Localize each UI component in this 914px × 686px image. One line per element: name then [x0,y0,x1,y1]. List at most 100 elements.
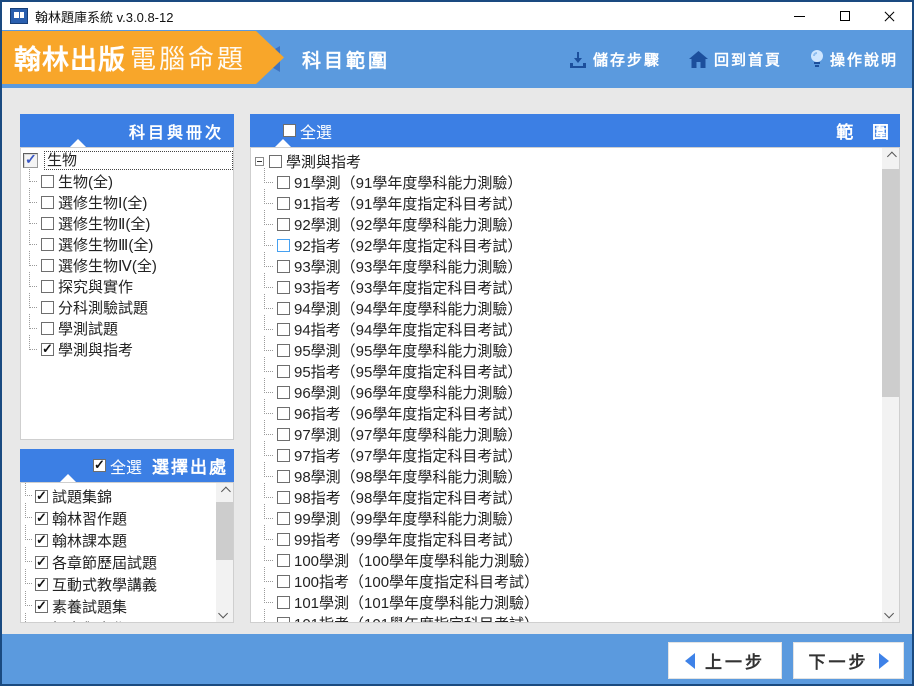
prev-step-button[interactable]: 上一步 [668,642,782,679]
save-steps-button[interactable]: 儲存步驟 [569,49,661,70]
range-root-item[interactable]: 學測與指考 [251,151,899,172]
scroll-down-icon[interactable] [216,605,233,622]
checkbox[interactable] [277,344,290,357]
checkbox[interactable] [277,176,290,189]
checkbox[interactable] [277,449,290,462]
checkbox[interactable] [277,365,290,378]
source-select-all-label[interactable]: 全選 [110,454,142,478]
source-item[interactable]: 探究與實作 [21,617,218,623]
checkbox[interactable] [35,578,48,591]
range-item[interactable]: 101指考（101學年度指定科目考試） [251,613,884,623]
scroll-up-icon[interactable] [882,148,899,165]
subject-root-checkbox[interactable] [23,153,38,168]
checkbox[interactable] [41,175,54,188]
range-select-all-label[interactable]: 全選 [300,119,332,143]
subject-item[interactable]: 選修生物Ⅱ(全) [21,213,233,234]
scroll-up-icon[interactable] [216,483,233,500]
range-item[interactable]: 91指考（91學年度指定科目考試） [251,193,884,214]
subject-item[interactable]: 選修生物Ⅰ(全) [21,192,233,213]
checkbox[interactable] [35,490,48,503]
subject-item[interactable]: 生物(全) [21,171,233,192]
subject-item[interactable]: 學測試題 [21,318,233,339]
subject-item[interactable]: 選修生物Ⅲ(全) [21,234,233,255]
checkbox[interactable] [41,238,54,251]
checkbox[interactable] [35,534,48,547]
minimize-button[interactable] [777,2,822,30]
source-select-all-checkbox[interactable] [93,459,106,472]
checkbox[interactable] [277,491,290,504]
source-item[interactable]: 翰林課本題 [21,529,218,551]
source-item[interactable]: 互動式教學講義 [21,573,218,595]
checkbox[interactable] [277,533,290,546]
checkbox[interactable] [277,554,290,567]
range-item[interactable]: 98學測（98學年度學科能力測驗） [251,466,884,487]
checkbox[interactable] [35,600,48,613]
checkbox[interactable] [277,428,290,441]
checkbox[interactable] [41,343,54,356]
range-item[interactable]: 94學測（94學年度學科能力測驗） [251,298,884,319]
checkbox[interactable] [277,512,290,525]
range-item[interactable]: 99學測（99學年度學科能力測驗） [251,508,884,529]
range-item[interactable]: 94指考（94學年度指定科目考試） [251,319,884,340]
checkbox[interactable] [41,280,54,293]
close-button[interactable] [867,2,912,30]
checkbox[interactable] [277,281,290,294]
checkbox[interactable] [277,239,290,252]
maximize-button[interactable] [822,2,867,30]
range-item[interactable]: 92指考（92學年度指定科目考試） [251,235,884,256]
checkbox[interactable] [277,596,290,609]
checkbox[interactable] [277,575,290,588]
source-item[interactable]: 素養試題集 [21,595,218,617]
source-item[interactable]: 翰林習作題 [21,507,218,529]
checkbox[interactable] [35,556,48,569]
checkbox[interactable] [35,512,48,525]
scroll-thumb[interactable] [882,169,899,397]
source-scrollbar[interactable] [216,483,233,622]
range-root-checkbox[interactable] [269,155,282,168]
home-button[interactable]: 回到首頁 [689,49,782,70]
checkbox[interactable] [277,407,290,420]
range-scrollbar[interactable] [882,148,899,622]
scroll-down-icon[interactable] [882,605,899,622]
range-item[interactable]: 98指考（98學年度指定科目考試） [251,487,884,508]
checkbox[interactable] [277,302,290,315]
source-item[interactable]: 試題集錦 [21,485,218,507]
range-item[interactable]: 93指考（93學年度指定科目考試） [251,277,884,298]
subject-item[interactable]: 探究與實作 [21,276,233,297]
range-item[interactable]: 100學測（100學年度學科能力測驗） [251,550,884,571]
subject-root-item[interactable]: 生物 [21,150,233,171]
range-item[interactable]: 92學測（92學年度學科能力測驗） [251,214,884,235]
scroll-thumb[interactable] [216,502,233,560]
checkbox[interactable] [277,386,290,399]
checkbox[interactable] [277,197,290,210]
checkbox[interactable] [277,323,290,336]
subject-item[interactable]: 分科測驗試題 [21,297,233,318]
checkbox[interactable] [41,259,54,272]
range-root-label[interactable]: 學測與指考 [286,151,361,172]
collapse-expander-icon[interactable] [255,157,264,166]
range-item[interactable]: 93學測（93學年度學科能力測驗） [251,256,884,277]
range-item[interactable]: 100指考（100學年度指定科目考試） [251,571,884,592]
checkbox[interactable] [277,260,290,273]
help-button[interactable]: 操作說明 [810,49,898,70]
checkbox[interactable] [41,301,54,314]
subject-item[interactable]: 學測與指考 [21,339,233,360]
range-item[interactable]: 101學測（101學年度學科能力測驗） [251,592,884,613]
range-item[interactable]: 99指考（99學年度指定科目考試） [251,529,884,550]
subject-root-label[interactable]: 生物 [44,151,233,170]
checkbox[interactable] [41,196,54,209]
checkbox[interactable] [277,617,290,623]
range-item[interactable]: 96指考（96學年度指定科目考試） [251,403,884,424]
checkbox[interactable] [35,622,48,624]
subject-item[interactable]: 選修生物Ⅳ(全) [21,255,233,276]
checkbox[interactable] [277,218,290,231]
source-item[interactable]: 各章節歷屆試題 [21,551,218,573]
range-select-all-checkbox[interactable] [283,124,296,137]
next-step-button[interactable]: 下一步 [793,642,904,679]
range-item[interactable]: 97學測（97學年度學科能力測驗） [251,424,884,445]
checkbox[interactable] [41,217,54,230]
range-item[interactable]: 96學測（96學年度學科能力測驗） [251,382,884,403]
range-item[interactable]: 95指考（95學年度指定科目考試） [251,361,884,382]
checkbox[interactable] [41,322,54,335]
checkbox[interactable] [277,470,290,483]
